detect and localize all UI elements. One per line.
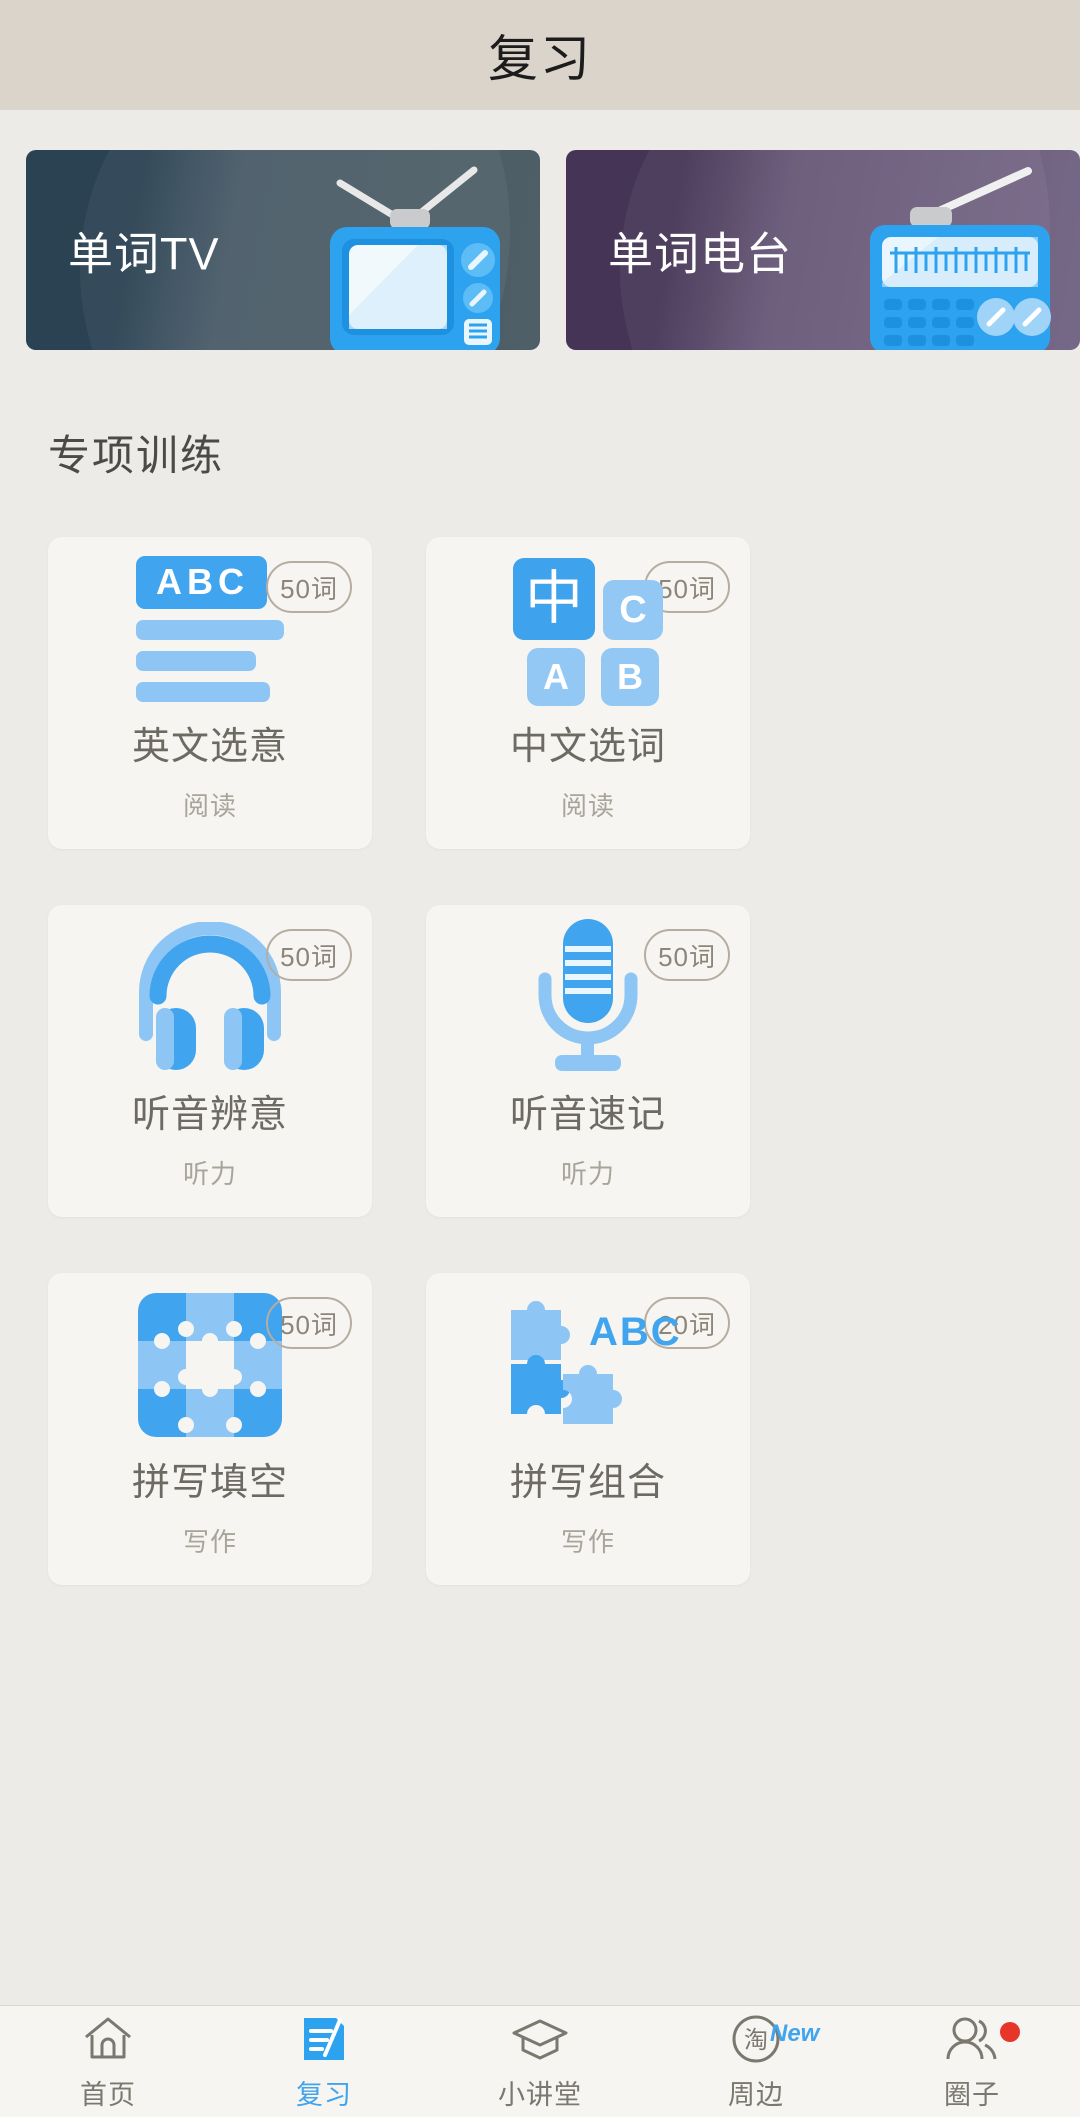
banner-row: 单词TV 单词电台 <box>0 110 1080 350</box>
card-subtitle: 写作 <box>182 1527 237 1557</box>
card-spelling-fill-blank[interactable]: 50词 拼写填空 写作 <box>48 1273 372 1585</box>
nav-label: 小讲堂 <box>498 2080 582 2110</box>
page-title: 复习 <box>488 31 592 87</box>
app-root: 复习 单词TV 单词电台 专项训练 50词 ABC 英文选意 阅读 50词 中 … <box>0 0 1080 2117</box>
card-title: 听音速记 <box>509 1094 666 1136</box>
word-count-badge: 50词 <box>644 929 730 981</box>
puzzle-abc-label: ABC <box>589 1310 682 1354</box>
tile-c: C <box>603 580 663 640</box>
card-subtitle: 写作 <box>560 1527 615 1557</box>
nav-item-home[interactable]: 首页 <box>0 2006 216 2117</box>
nav-item-classroom[interactable]: 小讲堂 <box>432 2006 648 2117</box>
home-icon <box>82 2011 134 2063</box>
banner-word-tv-label: 单词TV <box>68 228 220 280</box>
banner-word-radio-label: 单词电台 <box>608 228 793 280</box>
abc-line-1 <box>136 620 284 640</box>
card-spelling-combination[interactable]: 20词 ABC 拼写组合 写作 <box>426 1273 750 1585</box>
card-title: 拼写填空 <box>131 1462 288 1504</box>
graduation-cap-icon <box>511 2011 569 2063</box>
nav-label: 首页 <box>80 2080 136 2110</box>
nav-label: 复习 <box>296 2080 352 2110</box>
page-header: 复习 <box>0 0 1080 110</box>
word-count-badge: 50词 <box>266 1297 352 1349</box>
card-title: 听音辨意 <box>131 1094 288 1136</box>
nav-item-surroundings[interactable]: New 淘 周边 <box>648 2006 864 2117</box>
bottom-nav: 首页 复习 小讲堂 New 淘 周边 圈子 <box>0 2005 1080 2117</box>
abc-pill-label: ABC <box>136 556 267 609</box>
nav-label: 周边 <box>728 2080 784 2110</box>
tv-icon <box>330 166 500 350</box>
tile-zh: 中 <box>513 558 595 640</box>
tile-a: A <box>527 648 585 706</box>
section-title-special-training: 专项训练 <box>48 432 225 479</box>
card-subtitle: 听力 <box>182 1159 237 1189</box>
card-subtitle: 听力 <box>560 1159 615 1189</box>
nav-item-community[interactable]: 圈子 <box>864 2006 1080 2117</box>
card-title: 英文选意 <box>131 726 288 768</box>
training-card-grid: 50词 ABC 英文选意 阅读 50词 中 C A B 中文选词 阅读 50词 … <box>0 483 1080 1585</box>
abc-line-2 <box>136 651 256 671</box>
card-listen-quick-note[interactable]: 50词 听音速记 听力 <box>426 905 750 1217</box>
card-title: 中文选词 <box>509 726 666 768</box>
svg-text:淘: 淘 <box>744 2027 768 2054</box>
banner-word-tv[interactable]: 单词TV <box>26 150 540 350</box>
word-count-badge: 50词 <box>266 929 352 981</box>
nav-item-review[interactable]: 复习 <box>216 2006 432 2117</box>
new-badge: New <box>770 2019 820 2047</box>
card-english-to-meaning[interactable]: 50词 ABC 英文选意 阅读 <box>48 537 372 849</box>
scroll-body[interactable]: 单词TV 单词电台 专项训练 50词 ABC 英文选意 阅读 50词 中 C A… <box>0 110 1080 2005</box>
notification-dot <box>1000 2021 1020 2042</box>
word-count-badge: 50词 <box>266 561 352 613</box>
card-subtitle: 阅读 <box>560 791 615 821</box>
radio-icon <box>870 167 1051 350</box>
card-subtitle: 阅读 <box>182 791 237 821</box>
banner-word-radio[interactable]: 单词电台 <box>566 150 1080 350</box>
people-icon <box>943 2011 1001 2063</box>
tile-b: B <box>601 648 659 706</box>
abc-line-3 <box>136 682 270 702</box>
review-note-icon <box>300 2011 348 2063</box>
card-chinese-to-word[interactable]: 50词 中 C A B 中文选词 阅读 <box>426 537 750 849</box>
card-listen-identify-meaning[interactable]: 50词 听音辨意 听力 <box>48 905 372 1217</box>
nav-label: 圈子 <box>944 2080 1000 2110</box>
card-title: 拼写组合 <box>509 1462 666 1504</box>
